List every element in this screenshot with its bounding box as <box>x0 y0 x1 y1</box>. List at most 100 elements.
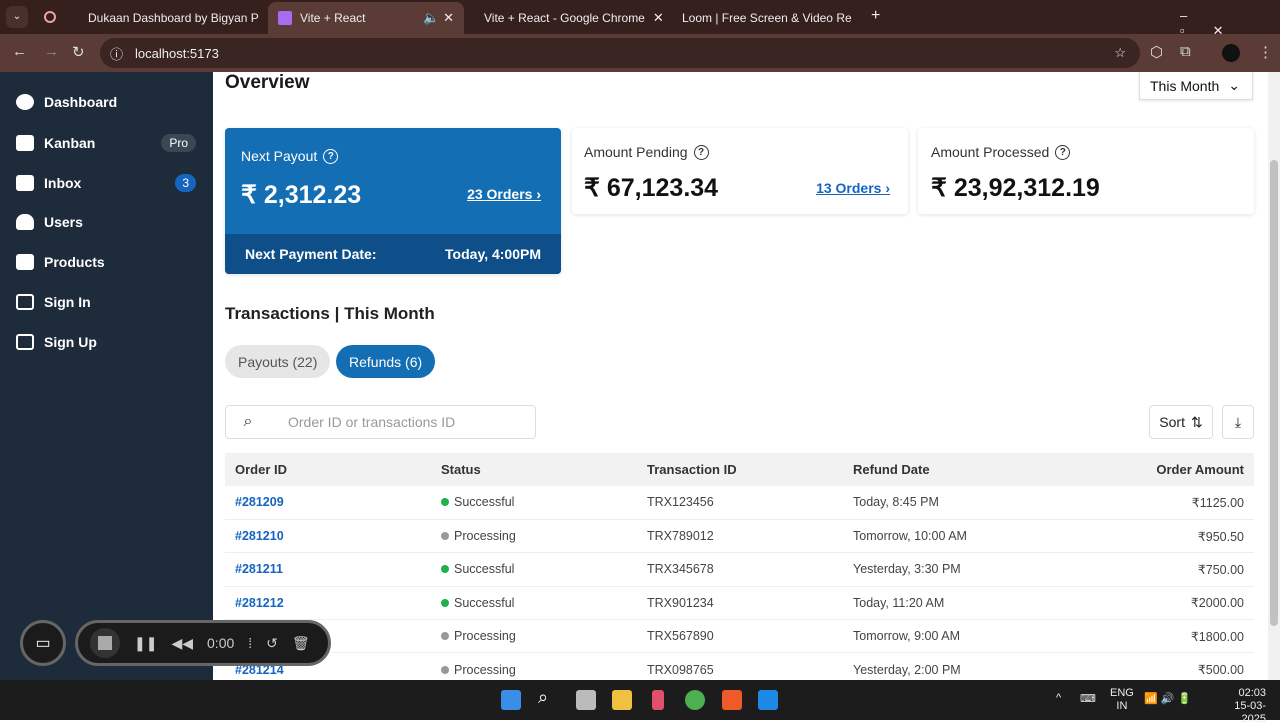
network-volume-battery-icons[interactable]: 📶 🔊 🔋 <box>1144 692 1191 705</box>
link-text: 23 Orders <box>467 186 532 202</box>
sidebar-item-products[interactable]: Products <box>16 254 196 270</box>
link-text: 13 Orders <box>816 180 881 196</box>
clock[interactable]: 02:0315-03-2025 <box>1210 687 1266 726</box>
keyboard-icon[interactable]: ⌨ <box>1080 692 1096 705</box>
tab-refunds[interactable]: Refunds (6) <box>336 345 435 378</box>
sort-arrows-icon: ⇅ <box>1191 414 1203 431</box>
order-id-link[interactable]: #281210 <box>225 519 431 552</box>
figma-icon[interactable] <box>652 690 664 710</box>
payout-amount: ₹ 2,312.23 <box>241 180 361 210</box>
rewind-button[interactable]: ◀◀ <box>171 635 193 652</box>
status-cell: Successful <box>431 586 637 619</box>
restart-icon[interactable]: ↺ <box>266 635 278 652</box>
help-icon[interactable]: ? <box>323 149 338 164</box>
trash-icon[interactable]: 🗑 <box>292 635 310 652</box>
sidebar: Dashboard KanbanPro Inbox3 Users Product… <box>0 72 213 680</box>
sort-label: Sort <box>1159 414 1185 430</box>
column-header: Order ID <box>225 453 431 486</box>
extensions-puzzle-icon[interactable]: ⧉ <box>1180 43 1191 60</box>
period-dropdown[interactable]: This Month⌄ <box>1139 72 1253 100</box>
pause-button[interactable]: ❚❚ <box>134 635 157 652</box>
table-row[interactable]: #281214 Processing TRX098765 Yesterday, … <box>225 653 1254 680</box>
back-button[interactable]: ← <box>12 43 27 60</box>
table-row[interactable]: Processing TRX567890 Tomorrow, 9:00 AM ₹… <box>225 620 1254 653</box>
tab-search-button[interactable]: ⌄ <box>6 6 28 28</box>
tab-0[interactable]: Dukaan Dashboard by Bigyan P✕ <box>70 4 266 32</box>
brave-icon[interactable] <box>722 690 742 710</box>
close-icon[interactable]: 🔈 ✕ <box>423 10 454 26</box>
pending-orders-link[interactable]: 13 Orders › <box>816 180 890 196</box>
help-icon[interactable]: ? <box>1055 145 1070 160</box>
transactions-title: Transactions | This Month <box>225 304 435 324</box>
forward-button[interactable]: → <box>44 43 59 60</box>
camera-button[interactable]: ▭ <box>20 620 66 666</box>
table-row[interactable]: #281209 Successful TRX123456 Today, 8:45… <box>225 486 1254 519</box>
status-cell: Processing <box>431 620 637 653</box>
table-row[interactable]: #281212 Successful TRX901234 Today, 11:2… <box>225 586 1254 619</box>
scrollbar[interactable] <box>1268 72 1280 680</box>
page-title: Overview <box>225 72 310 94</box>
order-id-link[interactable]: #281209 <box>225 486 431 519</box>
transaction-id: TRX098765 <box>637 653 843 680</box>
order-id-link[interactable]: #281212 <box>225 586 431 619</box>
windows-start-icon[interactable] <box>501 690 521 710</box>
task-view-icon[interactable] <box>576 690 596 710</box>
status-cell: Processing <box>431 519 637 552</box>
transaction-id: TRX567890 <box>637 620 843 653</box>
new-tab-button[interactable]: + <box>871 7 880 25</box>
url-bar[interactable]: ⓘlocalhost:5173☆ <box>100 38 1140 68</box>
grid-icon <box>16 135 34 151</box>
time: 02:03 <box>1238 687 1266 699</box>
order-amount: ₹2000.00 <box>1049 586 1254 619</box>
date: 15-03-2025 <box>1234 700 1266 725</box>
language-indicator[interactable]: ENGIN <box>1110 687 1134 713</box>
lang: ENG <box>1110 687 1134 699</box>
reload-button[interactable]: ↻ <box>72 43 85 61</box>
payout-orders-link[interactable]: 23 Orders › <box>467 186 541 202</box>
bookmark-star-icon[interactable]: ☆ <box>1114 45 1126 61</box>
sidebar-item-label: Products <box>44 254 105 270</box>
table-row[interactable]: #281211 Successful TRX345678 Yesterday, … <box>225 553 1254 586</box>
tray-chevron-icon[interactable]: ^ <box>1056 692 1061 704</box>
address-bar-row: ← → ↻ ⓘlocalhost:5173☆ ⬡ ⧉ ⋮ <box>0 34 1280 72</box>
chrome-icon[interactable] <box>685 690 705 710</box>
drag-handle-icon[interactable]: ⁞ <box>248 635 252 651</box>
pro-badge: Pro <box>161 134 196 152</box>
search-input[interactable]: ⌕Order ID or transactions ID <box>225 405 536 439</box>
order-id-link[interactable]: #281211 <box>225 553 431 586</box>
help-icon[interactable]: ? <box>694 145 709 160</box>
status-dot-icon <box>441 666 449 674</box>
stop-button[interactable] <box>90 628 120 658</box>
vscode-icon[interactable] <box>758 690 778 710</box>
sidebar-item-dashboard[interactable]: Dashboard <box>16 94 196 110</box>
tab-3[interactable]: Loom | Free Screen & Video Re✕ <box>664 4 860 32</box>
profile-avatar[interactable] <box>1222 44 1240 62</box>
tab-1[interactable]: Vite + React🔈 ✕ <box>268 2 464 34</box>
scrollbar-thumb[interactable] <box>1270 160 1278 626</box>
status-cell: Successful <box>431 553 637 586</box>
status-dot-icon <box>441 498 449 506</box>
order-amount: ₹1800.00 <box>1049 620 1254 653</box>
search-icon[interactable]: ⌕ <box>538 687 558 707</box>
transaction-id: TRX345678 <box>637 553 843 586</box>
tab-title: Dukaan Dashboard by Bigyan P <box>88 11 259 25</box>
sidebar-item-sign-in[interactable]: Sign In <box>16 294 196 310</box>
sort-button[interactable]: Sort ⇅ <box>1149 405 1213 439</box>
sidebar-item-inbox[interactable]: Inbox3 <box>16 174 196 192</box>
sidebar-item-kanban[interactable]: KanbanPro <box>16 134 196 152</box>
status-text: Processing <box>454 529 516 543</box>
extension-icon[interactable]: ⬡ <box>1150 43 1163 61</box>
tab-2[interactable]: Vite + React - Google Chrome✕ <box>466 4 662 32</box>
download-button[interactable]: ⤓ <box>1222 405 1254 439</box>
table-row[interactable]: #281210 Processing TRX789012 Tomorrow, 1… <box>225 519 1254 552</box>
menu-icon[interactable]: ⋮ <box>1258 43 1273 61</box>
sidebar-item-sign-up[interactable]: Sign Up <box>16 334 196 350</box>
tab-payouts[interactable]: Payouts (22) <box>225 345 330 378</box>
url-text: localhost:5173 <box>135 46 219 61</box>
close-icon[interactable]: ✕ <box>653 10 662 26</box>
sidebar-item-users[interactable]: Users <box>16 214 196 230</box>
sign-up-icon <box>16 334 34 350</box>
sidebar-item-label: Sign Up <box>44 334 97 350</box>
users-icon <box>16 214 34 230</box>
file-explorer-icon[interactable] <box>612 690 632 710</box>
